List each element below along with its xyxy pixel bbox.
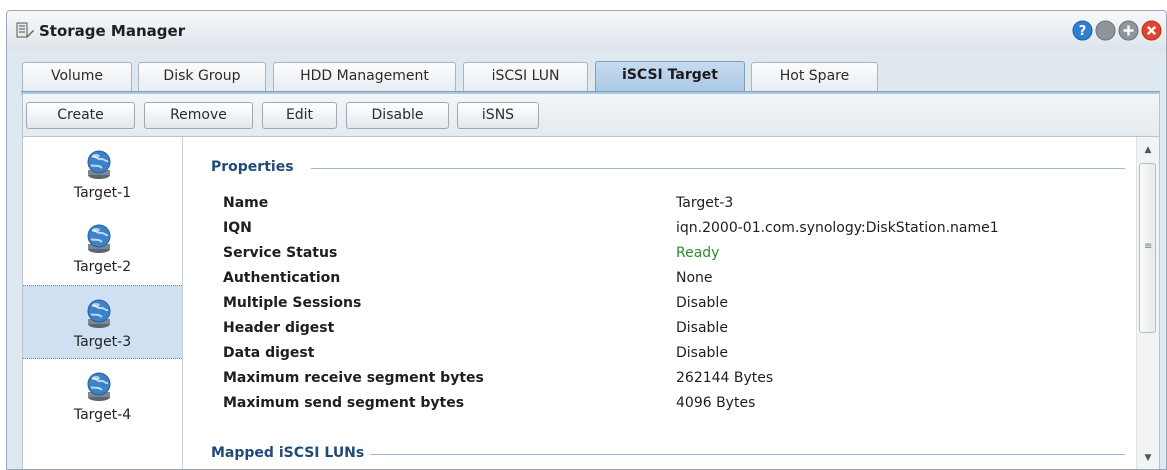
properties-panel: Properties Name Target-3 IQN iqn.2000-01… <box>183 137 1137 469</box>
svg-text:?: ? <box>1079 24 1087 39</box>
scroll-down-icon[interactable]: ▼ <box>1137 449 1159 467</box>
prop-value-max-send-segment: 4096 Bytes <box>676 395 756 411</box>
grip-icon: ≡ <box>1144 241 1153 252</box>
prop-value-iqn: iqn.2000-01.com.synology:DiskStation.nam… <box>676 220 999 236</box>
prop-label-name: Name <box>223 195 269 211</box>
vertical-scrollbar[interactable]: ▲ ≡ ▼ <box>1136 137 1159 469</box>
prop-label-data-digest: Data digest <box>223 345 315 361</box>
prop-value-data-digest: Disable <box>676 345 728 361</box>
scroll-up-icon[interactable]: ▲ <box>1137 141 1159 159</box>
maximize-icon[interactable] <box>1118 20 1139 41</box>
create-button[interactable]: Create <box>26 102 135 129</box>
properties-heading: Properties <box>211 159 294 175</box>
tab-disk-group[interactable]: Disk Group <box>138 62 266 91</box>
help-icon[interactable]: ? <box>1072 20 1093 41</box>
prop-value-service-status: Ready <box>676 245 720 261</box>
tab-bar: Volume Disk Group HDD Management iSCSI L… <box>7 51 1166 92</box>
toolbar: Create Remove Edit Disable iSNS <box>22 94 1160 136</box>
content-area: Target-1 Target-2 Target-3 Target-4 Prop… <box>22 136 1160 469</box>
title-bar[interactable]: Storage Manager ? <box>7 11 1166 52</box>
globe-disk-icon <box>87 224 111 253</box>
tab-volume[interactable]: Volume <box>22 62 132 91</box>
target-label: Target-3 <box>73 334 132 350</box>
target-list: Target-1 Target-2 Target-3 Target-4 <box>23 137 183 469</box>
prop-label-multiple-sessions: Multiple Sessions <box>223 295 362 311</box>
globe-disk-icon <box>87 372 111 401</box>
target-list-item[interactable]: Target-4 <box>23 359 182 433</box>
prop-label-max-receive-segment: Maximum receive segment bytes <box>223 370 484 386</box>
prop-value-name: Target-3 <box>676 195 734 211</box>
edit-button[interactable]: Edit <box>262 102 337 129</box>
mapped-luns-divider <box>370 454 1125 455</box>
prop-value-header-digest: Disable <box>676 320 728 336</box>
isns-button[interactable]: iSNS <box>457 102 539 129</box>
tab-iscsi-target[interactable]: iSCSI Target <box>595 61 745 92</box>
prop-value-multiple-sessions: Disable <box>676 295 728 311</box>
target-list-item[interactable]: Target-3 <box>23 285 182 359</box>
target-label: Target-2 <box>73 259 132 275</box>
globe-disk-icon <box>87 150 111 179</box>
scrollbar-thumb[interactable]: ≡ <box>1139 163 1156 333</box>
target-list-item[interactable]: Target-2 <box>23 211 182 285</box>
target-list-item[interactable]: Target-1 <box>23 137 182 211</box>
prop-label-service-status: Service Status <box>223 245 338 261</box>
prop-value-max-receive-segment: 262144 Bytes <box>676 370 774 386</box>
globe-disk-icon <box>87 299 111 328</box>
remove-button[interactable]: Remove <box>144 102 253 129</box>
tab-hot-spare[interactable]: Hot Spare <box>751 62 878 91</box>
mapped-luns-heading: Mapped iSCSI LUNs <box>211 445 365 461</box>
properties-divider <box>311 168 1125 169</box>
prop-value-authentication: None <box>676 270 713 286</box>
prop-label-authentication: Authentication <box>223 270 341 286</box>
storage-manager-window: Storage Manager ? Volume Disk Group HDD … <box>6 10 1167 470</box>
prop-label-max-send-segment: Maximum send segment bytes <box>223 395 465 411</box>
prop-label-iqn: IQN <box>223 220 252 236</box>
tab-iscsi-lun[interactable]: iSCSI LUN <box>463 62 588 91</box>
close-icon[interactable] <box>1141 20 1162 41</box>
target-label: Target-1 <box>73 185 132 201</box>
storage-manager-icon <box>16 22 34 38</box>
prop-label-header-digest: Header digest <box>223 320 335 336</box>
minimize-icon[interactable] <box>1095 20 1116 41</box>
disable-button[interactable]: Disable <box>346 102 449 129</box>
target-label: Target-4 <box>73 407 132 423</box>
window-title: Storage Manager <box>39 22 186 40</box>
tab-hdd-management[interactable]: HDD Management <box>273 62 456 91</box>
